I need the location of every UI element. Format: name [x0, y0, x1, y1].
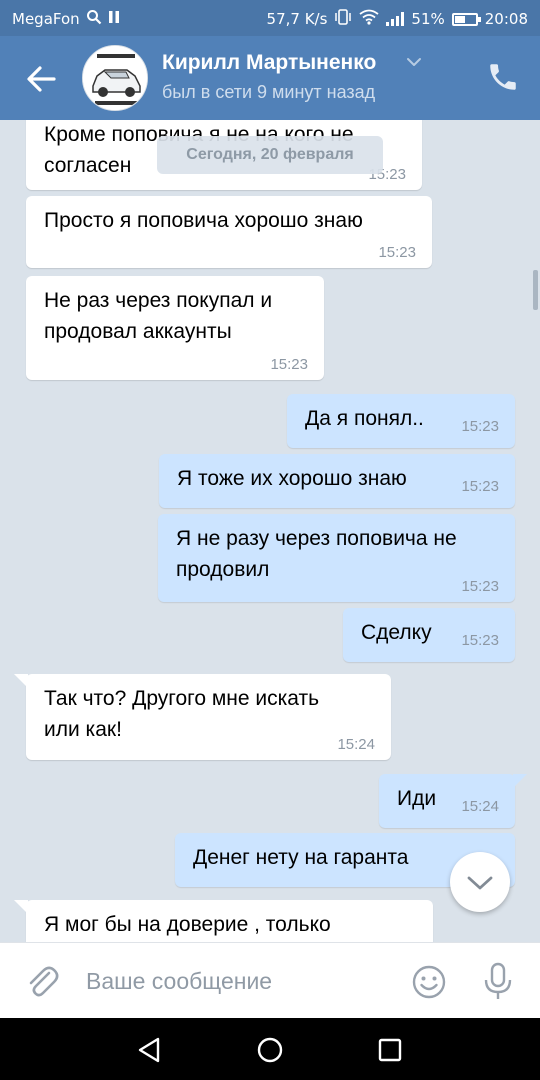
message-text: Я не разу через поповича не — [176, 527, 457, 550]
call-button[interactable] — [486, 60, 520, 94]
battery-fill — [454, 15, 465, 23]
message-text: Так что? Другого мне искать — [44, 687, 320, 710]
message-text: или как! — [44, 718, 122, 741]
incoming-message-bubble[interactable]: Так что? Другого мне искать или как! 15:24 — [14, 674, 391, 760]
outgoing-message-bubble[interactable]: Я не разу через поповича не продовил 15:23 — [158, 514, 515, 602]
phone-icon — [490, 64, 516, 90]
chat-header: Кирилл Мартыненко был в сети 9 минут наз… — [0, 36, 540, 120]
battery-icon — [451, 12, 481, 26]
attach-button[interactable] — [22, 961, 62, 1001]
nav-recent-button[interactable] — [374, 1034, 406, 1066]
incoming-message-bubble[interactable]: Просто я поповича хорошо знаю 15:23 — [26, 196, 432, 268]
message-time: 15:24 — [337, 736, 375, 753]
scroll-to-bottom-button[interactable] — [450, 852, 510, 912]
paperclip-icon — [29, 966, 59, 997]
back-button[interactable] — [18, 56, 64, 102]
message-input[interactable] — [86, 963, 386, 999]
carrier-name: MegaFon — [12, 10, 80, 28]
clock: 20:08 — [484, 10, 528, 28]
scrollbar-thumb[interactable] — [533, 270, 538, 310]
message-text: продовал аккаунты — [44, 320, 232, 343]
message-list[interactable]: Кроме поповича я не на кого не согласен 15… — [0, 120, 540, 942]
date-divider: Сегодня, 20 февраля — [157, 136, 383, 174]
message-text: продовил — [176, 558, 270, 581]
nav-back-icon — [138, 1037, 160, 1063]
vibrate-icon — [334, 9, 352, 29]
message-time: 15:23 — [461, 418, 499, 435]
message-composer — [0, 942, 540, 1018]
back-arrow-icon — [27, 66, 56, 92]
system-navigation-bar — [0, 1018, 540, 1080]
chevron-down-icon[interactable] — [404, 52, 424, 72]
nav-home-icon — [257, 1037, 283, 1063]
car-avatar-image — [83, 46, 147, 110]
incoming-message-bubble[interactable]: Я мог бы на доверие , только — [14, 900, 433, 942]
chevron-down-icon — [467, 876, 493, 890]
message-text: Я тоже их хорошо знаю — [177, 467, 407, 490]
message-time: 15:23 — [461, 632, 499, 649]
contact-avatar[interactable] — [82, 45, 148, 111]
message-text: Просто я поповича хорошо знаю — [44, 209, 363, 232]
bubble-tail — [14, 900, 28, 914]
signal-icon — [386, 12, 405, 26]
outgoing-message-bubble[interactable]: Да я понял.. 15:23 — [287, 394, 515, 448]
message-time: 15:23 — [461, 478, 499, 495]
message-text: Я мог бы на доверие , только — [44, 913, 331, 936]
battery-percent: 51% — [411, 10, 445, 28]
bubble-tail — [513, 774, 527, 788]
last-seen-status: был в сети 9 минут назад — [162, 82, 376, 102]
emoji-icon — [412, 965, 446, 999]
emoji-button[interactable] — [410, 963, 448, 1001]
message-time: 15:24 — [461, 798, 499, 815]
message-text: Не раз через покупал и — [44, 289, 273, 312]
message-time: 15:23 — [378, 244, 416, 261]
voice-message-button[interactable] — [480, 961, 516, 1001]
network-speed: 57,7 K/s — [266, 10, 328, 28]
contact-name[interactable]: Кирилл Мартыненко — [162, 51, 376, 75]
outgoing-message-bubble[interactable]: Сделку 15:23 — [343, 608, 515, 662]
nav-home-button[interactable] — [254, 1034, 286, 1066]
nav-recent-icon — [378, 1038, 402, 1062]
search-icon — [86, 9, 102, 29]
wifi-icon — [359, 9, 379, 29]
outgoing-message-bubble[interactable]: Иди 15:24 — [379, 774, 527, 828]
status-bar: MegaFon 57,7 K/s 51% 20:08 — [0, 0, 540, 36]
nav-back-button[interactable] — [134, 1034, 166, 1066]
pause-icon — [108, 10, 120, 28]
outgoing-message-bubble[interactable]: Я тоже их хорошо знаю 15:23 — [159, 454, 515, 508]
incoming-message-bubble[interactable]: Не раз через покупал и продовал аккаунты 1… — [26, 276, 324, 380]
microphone-icon — [484, 962, 512, 999]
message-time: 15:23 — [270, 356, 308, 373]
message-time: 15:23 — [461, 578, 499, 595]
bubble-tail — [14, 674, 28, 688]
